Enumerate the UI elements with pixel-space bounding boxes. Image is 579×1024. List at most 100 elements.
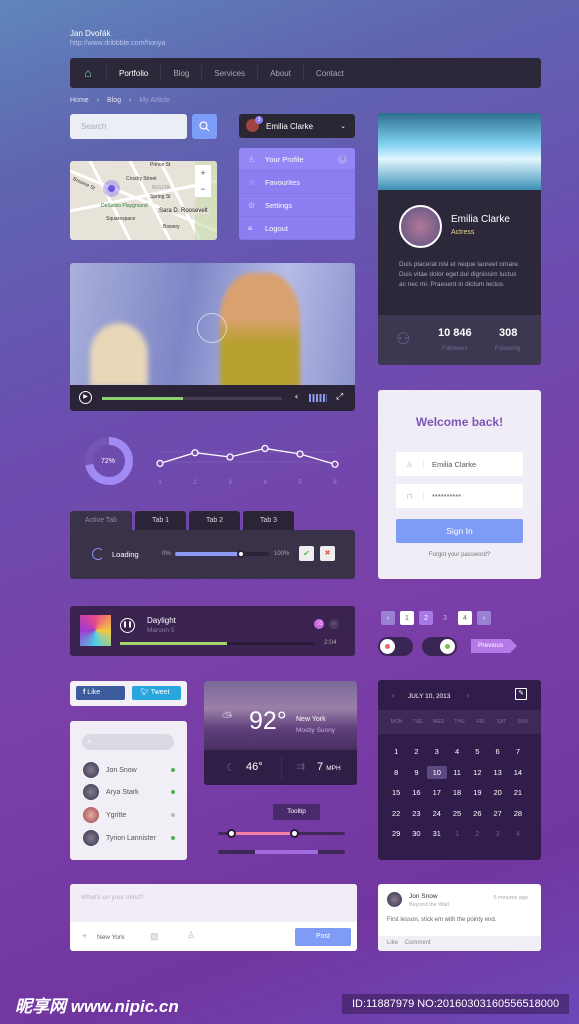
fullscreen-icon[interactable]: ⤢ (336, 391, 343, 402)
range-slider[interactable] (218, 829, 345, 838)
calendar-day[interactable]: 1 (386, 745, 406, 758)
calendar-day[interactable]: 7 (508, 745, 528, 758)
slider-handle[interactable] (236, 550, 245, 558)
video-player[interactable]: ▶ 🔈︎ ⤢ (70, 263, 355, 411)
zoom-out-button[interactable]: − (195, 181, 211, 197)
search-input[interactable]: Search (70, 114, 187, 139)
twitter-tweet-button[interactable]: 🐦︎ Tweet (132, 686, 181, 700)
calendar-day[interactable]: 17 (427, 786, 447, 799)
calendar-day[interactable]: 14 (508, 766, 528, 779)
track-progress[interactable] (120, 642, 315, 645)
calendar-day[interactable]: 3 (487, 827, 507, 840)
nav-contact[interactable]: Contact (302, 65, 356, 81)
play-overlay-icon[interactable] (197, 313, 227, 343)
calendar-day[interactable]: 23 (406, 807, 426, 820)
calendar-next-button[interactable]: › (467, 691, 470, 700)
calendar-day[interactable]: 15 (386, 786, 406, 799)
volume-icon[interactable]: 🔈︎ (295, 392, 300, 402)
calendar-day[interactable]: 4 (447, 745, 467, 758)
post-input[interactable]: What's on your mind? (70, 884, 357, 922)
contact-item[interactable]: Tyrion Lannister (83, 830, 175, 846)
calendar-day[interactable]: 9 (406, 766, 426, 779)
menu-your-profile[interactable]: ♙ Your Profile 3 (239, 148, 355, 171)
repeat-icon[interactable]: ∞ (329, 619, 339, 629)
map[interactable]: Prince St Crosby Street NOLITA Spring St… (70, 161, 217, 240)
calendar-day[interactable]: 2 (467, 827, 487, 840)
comment-link[interactable]: Comment (405, 940, 431, 946)
nav-blog[interactable]: Blog (160, 65, 201, 81)
password-field[interactable]: ⊓ ********** (396, 484, 523, 508)
user-dropdown[interactable]: 3 Emilia Clarke ⌄ (239, 114, 355, 138)
nav-about[interactable]: About (257, 65, 303, 81)
toggle-on[interactable] (422, 637, 457, 656)
calendar-day[interactable]: 26 (467, 807, 487, 820)
calendar-day[interactable]: 12 (467, 766, 487, 779)
pause-icon[interactable]: ❚❚ (120, 618, 135, 633)
data-point[interactable] (156, 459, 164, 468)
contact-item[interactable]: Arya Stark (83, 784, 175, 800)
contact-item[interactable]: Ygritte (83, 807, 175, 823)
menu-logout[interactable]: 🔒︎ Logout (239, 217, 355, 240)
page-2[interactable]: 2 (419, 611, 433, 625)
shuffle-icon[interactable]: ⤨ (314, 619, 324, 629)
data-point[interactable] (261, 444, 269, 453)
calendar-day[interactable]: 3 (427, 745, 447, 758)
calendar-day[interactable]: 5 (467, 745, 487, 758)
data-point[interactable] (296, 450, 304, 458)
toggle-off[interactable] (378, 637, 413, 656)
calendar-day[interactable]: 16 (406, 786, 426, 799)
author-url[interactable]: http://www.dribbble.com/honya (70, 40, 165, 47)
home-icon[interactable]: ⌂ (70, 66, 106, 80)
volume-bar[interactable] (309, 394, 327, 402)
tab-2[interactable]: Tab 2 (189, 511, 240, 530)
calendar-prev-button[interactable]: ‹ (392, 691, 395, 700)
username-field[interactable]: ♙ Emilia Clarke (396, 452, 523, 476)
crumb-blog[interactable]: Blog (107, 97, 121, 104)
page-4[interactable]: 4 (458, 611, 472, 625)
search-button[interactable] (192, 114, 217, 139)
nav-services[interactable]: Services (201, 65, 257, 81)
calendar-day[interactable]: 1 (447, 827, 467, 840)
calendar-day[interactable]: 2 (406, 745, 426, 758)
previous-button[interactable]: Previous (471, 639, 517, 653)
calendar-day[interactable]: 11 (447, 766, 467, 779)
edit-icon[interactable]: ✎ (515, 688, 527, 700)
page-prev-button[interactable]: ‹ (381, 611, 395, 625)
data-point[interactable] (226, 453, 234, 461)
calendar-day[interactable]: 28 (508, 807, 528, 820)
contact-item[interactable]: Jon Snow (83, 762, 175, 778)
data-point[interactable] (331, 460, 339, 468)
menu-settings[interactable]: ⚙ Settings (239, 194, 355, 217)
calendar-day[interactable]: 18 (447, 786, 467, 799)
calendar-day[interactable]: 21 (508, 786, 528, 799)
confirm-button[interactable]: ✔ (299, 546, 314, 561)
cancel-button[interactable]: ✖ (320, 546, 335, 561)
play-icon[interactable]: ▶ (79, 391, 92, 404)
page-1[interactable]: 1 (400, 611, 414, 625)
contact-search-input[interactable]: ⌕ (82, 734, 174, 750)
range-handle-low[interactable] (226, 829, 236, 838)
calendar-day[interactable]: 4 (508, 827, 528, 840)
calendar-day[interactable]: 20 (487, 786, 507, 799)
data-point[interactable] (191, 449, 199, 457)
calendar-day[interactable]: 29 (386, 827, 406, 840)
tag-user-icon[interactable]: ♙ (187, 930, 195, 941)
calendar-day[interactable]: 25 (447, 807, 467, 820)
sign-in-button[interactable]: Sign In (396, 519, 523, 543)
page-next-button[interactable]: › (477, 611, 491, 625)
tab-3[interactable]: Tab 3 (243, 511, 294, 530)
calendar-day[interactable]: 31 (427, 827, 447, 840)
calendar-day[interactable]: 13 (487, 766, 507, 779)
calendar-day[interactable]: 22 (386, 807, 406, 820)
tab-1[interactable]: Tab 1 (135, 511, 186, 530)
image-icon[interactable]: ▨ (150, 931, 159, 942)
calendar-day[interactable]: 8 (386, 766, 406, 779)
zoom-in-button[interactable]: + (195, 165, 211, 181)
video-progress[interactable] (102, 397, 282, 400)
page-3[interactable]: 3 (438, 611, 452, 625)
calendar-day[interactable]: 19 (467, 786, 487, 799)
calendar-day[interactable]: 30 (406, 827, 426, 840)
menu-favourites[interactable]: ☆ Favourites (239, 171, 355, 194)
location-icon[interactable]: ⌖ (82, 931, 87, 942)
nav-portfolio[interactable]: Portfolio (106, 65, 160, 81)
